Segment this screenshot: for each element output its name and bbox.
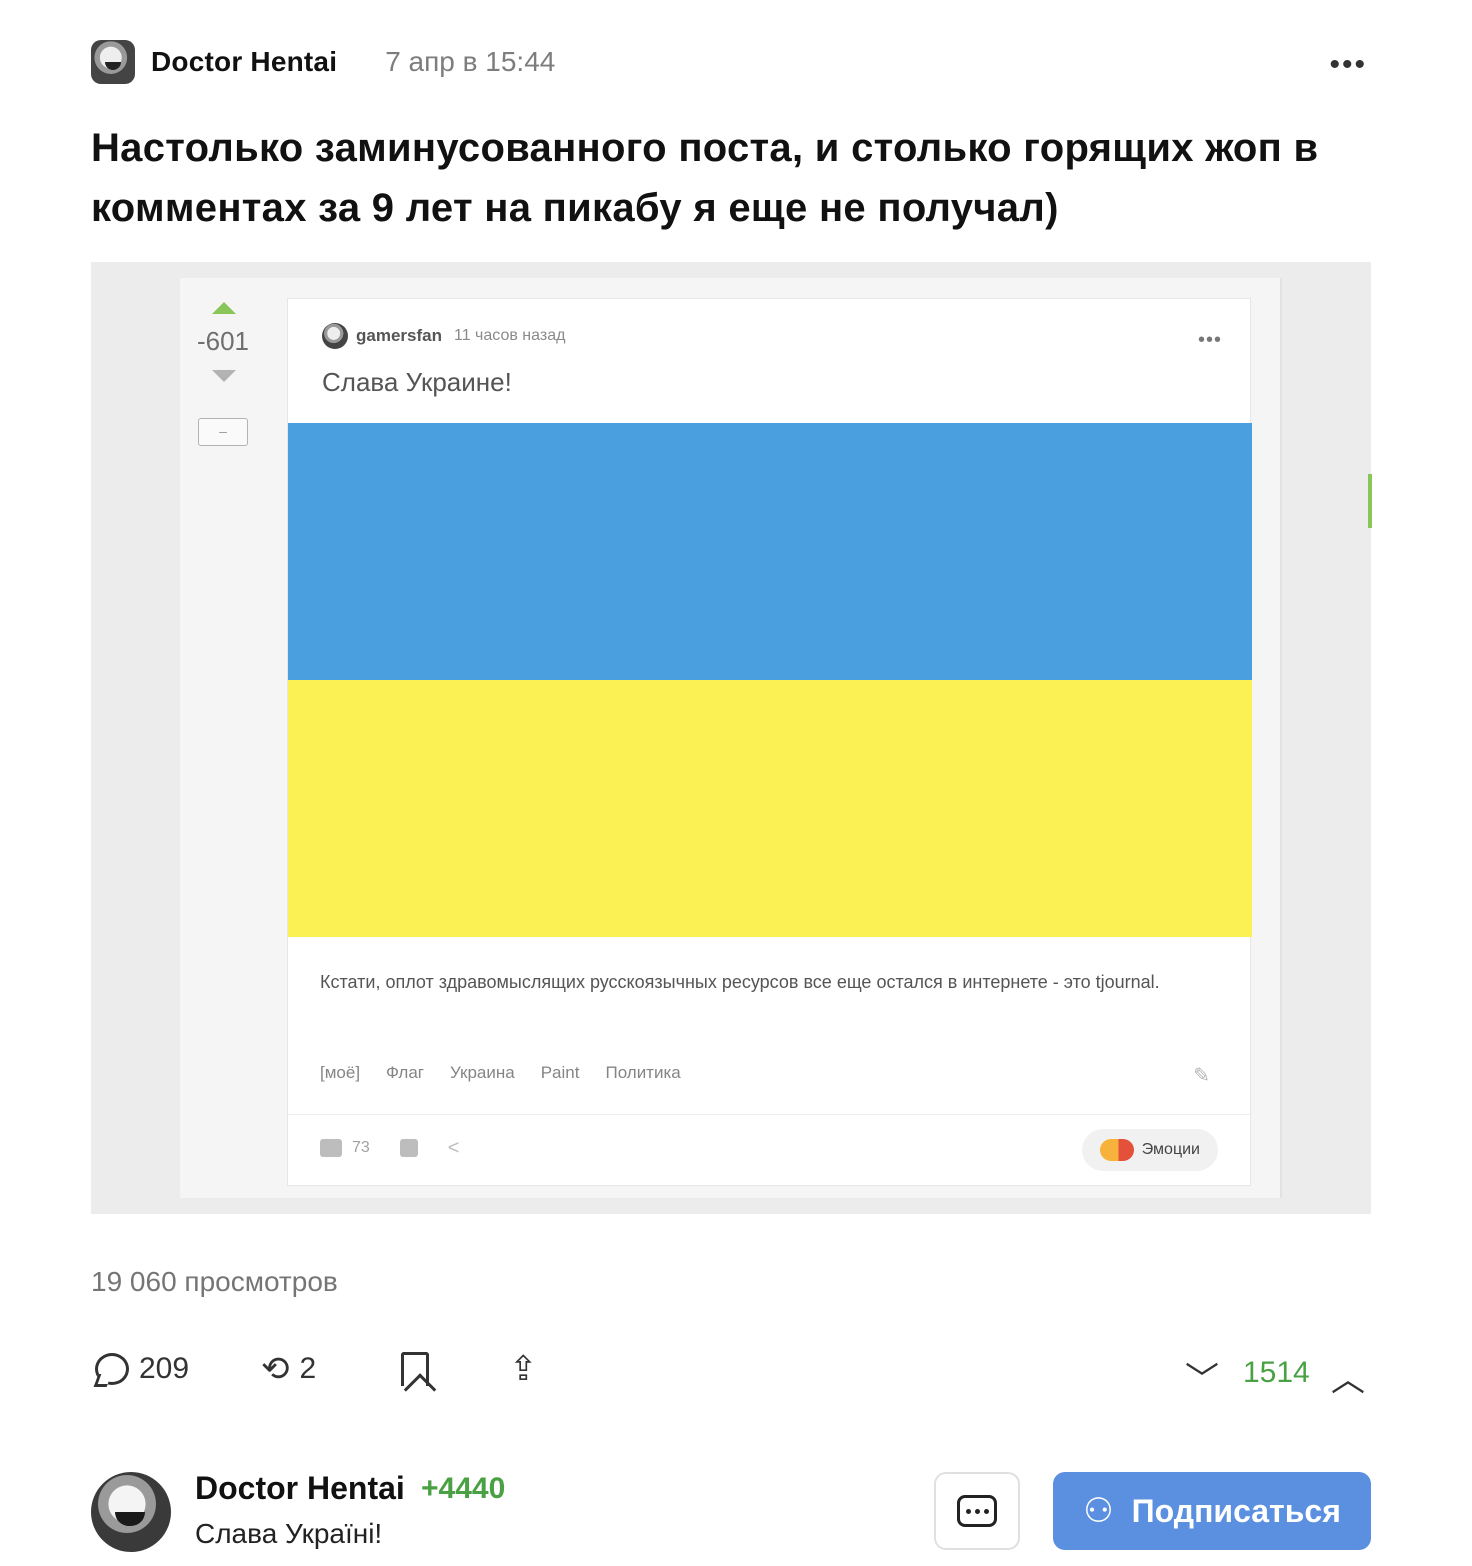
screenshot-emotions-label: Эмоции — [1141, 1141, 1200, 1158]
view-count: 19 060 просмотров — [91, 1266, 338, 1297]
screenshot-share-icon: < — [447, 1137, 460, 1159]
chevron-up-icon: ︿ — [1331, 1361, 1365, 1399]
screenshot-text: Кстати, оплот здравомыслящих русскоязычн… — [320, 972, 1160, 992]
repost-count: 2 — [299, 1352, 317, 1385]
screenshot-comment-icon — [320, 1139, 342, 1157]
screenshot-upvote-icon — [212, 302, 236, 314]
post-actions: 209 ⟲ 2 ⇪ ﹀ 1514 ︿ — [91, 1352, 1371, 1402]
more-icon[interactable]: ••• — [1329, 48, 1367, 82]
subscribe-button[interactable]: ⚇ Подписаться — [1053, 1472, 1371, 1550]
vote-down-button[interactable]: ﹀ — [1185, 1352, 1219, 1401]
bookmark-button[interactable] — [401, 1352, 429, 1386]
post-header: Doctor Hentai 7 апр в 15:44 ••• — [91, 40, 1371, 84]
screenshot-tag: Paint — [540, 1063, 580, 1082]
vote-up-button[interactable]: ︿ — [1331, 1352, 1365, 1401]
comments-button[interactable]: 209 — [95, 1352, 189, 1386]
screenshot-card-header: gamersfan 11 часов назад — [322, 323, 565, 349]
repost-icon: ⟲ — [261, 1350, 290, 1388]
add-user-icon: ⚇ — [1083, 1492, 1114, 1530]
screenshot-tag: Политика — [605, 1063, 681, 1082]
screenshot-scroll-indicator — [1368, 474, 1372, 528]
screenshot-frame: -601 – gamersfan 11 часов назад ••• Слав… — [180, 278, 1372, 1198]
screenshot-divider — [288, 1114, 1252, 1115]
flag-yellow-stripe — [288, 680, 1252, 937]
chevron-down-icon: ﹀ — [1185, 1361, 1219, 1399]
screenshot-tag: Флаг — [386, 1063, 424, 1082]
screenshot-comment-count: 73 — [352, 1139, 370, 1156]
screenshot-emotions: Эмоции — [1081, 1129, 1218, 1171]
emotions-icon — [1099, 1139, 1134, 1161]
post-date: 7 апр в 15:44 — [385, 46, 556, 77]
screenshot-score: -601 — [196, 326, 250, 356]
bookmark-icon — [401, 1352, 429, 1386]
share-icon: ⇪ — [509, 1350, 538, 1388]
author-avatar-large[interactable] — [91, 1472, 171, 1552]
screenshot-user: gamersfan — [356, 326, 442, 345]
comment-icon — [95, 1353, 129, 1385]
screenshot-tags: [моё] Флаг Украина Paint Политика — [320, 1063, 681, 1083]
screenshot-card: gamersfan 11 часов назад ••• Слава Украи… — [287, 298, 1252, 1186]
repost-button[interactable]: ⟲ 2 — [261, 1352, 316, 1386]
screenshot-save-icon — [399, 1139, 418, 1157]
screenshot-footer: 73 < — [320, 1137, 466, 1159]
screenshot-title: Слава Украине! — [322, 367, 512, 397]
message-icon — [957, 1495, 997, 1527]
screenshot-downvote-icon — [212, 370, 236, 382]
screenshot-more-icon: ••• — [1197, 329, 1222, 351]
author-avatar[interactable] — [91, 40, 135, 84]
screenshot-collapse-box: – — [198, 418, 248, 446]
screenshot-pencil-icon: ✎ — [1193, 1065, 1210, 1087]
screenshot-time: 11 часов назад — [453, 327, 566, 344]
post-title[interactable]: Настолько заминусованного поста, и столь… — [91, 118, 1381, 238]
flag-blue-stripe — [288, 423, 1252, 680]
author-status: Слава Україні! — [195, 1518, 383, 1549]
author-name[interactable]: Doctor Hentai — [151, 46, 337, 78]
post-rating: 1514 — [1243, 1356, 1310, 1389]
comments-count: 209 — [139, 1352, 190, 1385]
message-button[interactable] — [934, 1472, 1020, 1550]
screenshot-tag: Украина — [449, 1063, 515, 1082]
post-image[interactable]: -601 – gamersfan 11 часов назад ••• Слав… — [91, 262, 1372, 1214]
author-bar-name[interactable]: Doctor Hentai — [195, 1470, 405, 1507]
subscribe-label: Подписаться — [1131, 1492, 1341, 1529]
author-karma: +4440 — [421, 1472, 506, 1505]
screenshot-user-avatar — [322, 323, 348, 349]
screenshot-tag: [моё] — [320, 1063, 361, 1082]
share-button[interactable]: ⇪ — [509, 1352, 538, 1386]
author-bar: Doctor Hentai +4440 Слава Україні! ⚇ Под… — [91, 1470, 1371, 1552]
